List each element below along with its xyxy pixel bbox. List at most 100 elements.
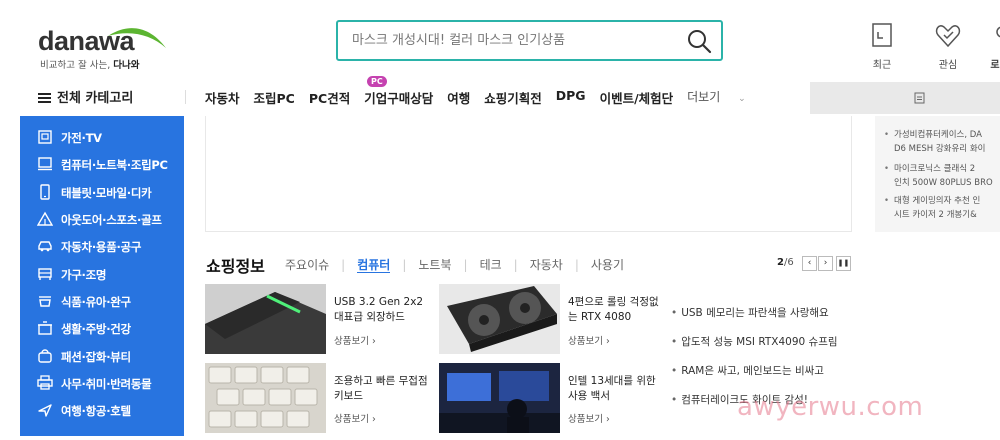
section-title: 쇼핑정보: [206, 257, 265, 276]
tab-computer[interactable]: 컴퓨터: [357, 258, 391, 273]
tab-divider: |: [513, 258, 518, 272]
all-categories-button[interactable]: 전체 카테고리: [38, 87, 133, 106]
product-image-ssd[interactable]: [205, 284, 326, 354]
sidebar-item-furniture[interactable]: 가구·조명: [20, 264, 184, 286]
sidebar-item-label: 식품·유아·완구: [61, 295, 131, 309]
nav-item-build-pc[interactable]: 조립PC: [254, 88, 295, 107]
food-icon: [39, 296, 51, 307]
chevron-down-icon: ⌄: [738, 94, 746, 104]
product-link[interactable]: 상품보기 ›: [334, 411, 376, 425]
right-news-line: D6 MESH 강화유리 화이: [894, 144, 986, 154]
product-image-keyboard[interactable]: [205, 363, 326, 433]
logo-wordmark: danawa: [38, 26, 135, 56]
recent-icon: [872, 23, 892, 47]
tab-notebook[interactable]: 노트북: [418, 258, 451, 272]
sidebar-item-tablet[interactable]: 태블릿·모바일·디카: [20, 182, 184, 204]
sidebar-item-living[interactable]: 생활·주방·건강: [20, 318, 184, 340]
next-page-button[interactable]: ›: [818, 256, 833, 271]
sidebar-item-travel[interactable]: 여행·항공·호텔: [20, 400, 184, 422]
sidebar-item-label: 생활·주방·건강: [61, 322, 131, 336]
main-banner[interactable]: [205, 116, 852, 232]
sidebar-item-fashion[interactable]: 패션·잡화·뷰티: [20, 346, 184, 368]
news-item[interactable]: 압도적 성능 MSI RTX4090 슈프림: [671, 334, 837, 349]
product-title[interactable]: 4편으로 롤링 걱정없는 RTX 4080: [568, 295, 664, 325]
interest-button[interactable]: 관심: [928, 22, 968, 71]
tent-icon: [37, 211, 53, 226]
sidebar-item-label: 패션·잡화·뷰티: [61, 350, 131, 364]
sidebar-item-food[interactable]: 식품·유아·완구: [20, 291, 184, 313]
menu-icon: [38, 93, 51, 103]
right-news-item[interactable]: 대형 게이밍의자 추천 인 시트 카이저 2 개봉기&: [884, 194, 980, 222]
pause-button[interactable]: ❚❚: [836, 256, 851, 271]
user-icon: [996, 26, 1000, 38]
right-news-line: 인치 500W 80PLUS BRO: [894, 178, 993, 188]
product-image-gpu[interactable]: [439, 284, 560, 354]
nav-item-travel[interactable]: 여행: [447, 88, 470, 107]
product-title[interactable]: USB 3.2 Gen 2x2 대표급 외장하드: [334, 295, 430, 325]
nav-item-pc-quote[interactable]: PC견적: [309, 88, 350, 107]
tab-review[interactable]: 사용기: [591, 258, 624, 272]
product-title[interactable]: 조용하고 빠른 무접점 키보드: [334, 374, 430, 404]
right-news-item[interactable]: 마이크로닉스 클래식 2 인치 500W 80PLUS BRO: [884, 162, 993, 190]
pc-badge: PC: [367, 76, 387, 87]
product-link[interactable]: 상품보기 ›: [568, 333, 610, 347]
nav-item-dpg[interactable]: DPG: [556, 88, 586, 107]
right-news-line: 시트 카이저 2 개봉기&: [894, 210, 977, 220]
nav-item-event[interactable]: 이벤트/체험단: [600, 88, 674, 107]
login-label: 로: [990, 60, 1000, 71]
tab-main-issue[interactable]: 주요이슈: [285, 258, 329, 272]
right-news-item[interactable]: 가성비컴퓨터케이스, DA D6 MESH 강화유리 화이: [884, 128, 986, 156]
tab-divider: |: [574, 258, 579, 272]
chevron-right-icon: ›: [823, 258, 828, 268]
tab-car[interactable]: 자동차: [530, 258, 563, 272]
news-item[interactable]: RAM은 싸고, 메인보드는 비싸고: [671, 363, 824, 378]
product-link[interactable]: 상품보기 ›: [334, 333, 376, 347]
nav-more-button[interactable]: 더보기 ⌄: [687, 88, 760, 107]
nav-item-exhibition[interactable]: 쇼핑기획전: [484, 88, 542, 107]
page-indicator: 2/6: [777, 257, 794, 268]
pause-icon: ❚❚: [837, 259, 850, 267]
login-button[interactable]: 로: [980, 22, 1000, 71]
sidebar-item-label: 여행·항공·호텔: [61, 404, 131, 418]
tablet-icon: [40, 184, 50, 200]
tab-divider: |: [463, 258, 468, 272]
product-title[interactable]: 인텔 13세대를 위한 사용 백서: [568, 374, 664, 404]
sidebar-item-label: 가구·조명: [61, 268, 107, 282]
kitchen-icon: [38, 321, 52, 335]
fashion-icon: [38, 349, 52, 363]
tab-divider: |: [402, 258, 407, 272]
product-link[interactable]: 상품보기 ›: [568, 411, 610, 425]
logo-tagline: 비교하고 잘 사는, 다나와: [40, 60, 140, 71]
nav-item-corporate[interactable]: 기업구매상담: [364, 88, 433, 107]
document-icon: [914, 92, 925, 104]
product-image-gaming[interactable]: [439, 363, 560, 433]
search-input[interactable]: [338, 22, 678, 59]
recent-button[interactable]: 최근: [862, 22, 902, 71]
tv-icon: [38, 130, 52, 144]
sidebar-item-appliance[interactable]: 가전·TV: [20, 127, 184, 149]
tab-divider: |: [341, 258, 346, 272]
tab-tech[interactable]: 테크: [480, 258, 502, 272]
nav-divider: [185, 90, 186, 104]
sidebar-item-office[interactable]: 사무·취미·반려동물: [20, 373, 184, 395]
watermark: awyerwu.com: [737, 392, 924, 422]
search-box: [336, 20, 723, 61]
sidebar-item-computer[interactable]: 컴퓨터·노트북·조립PC: [20, 154, 184, 176]
plane-icon: [38, 404, 52, 417]
printer-icon: [37, 375, 53, 390]
prev-page-button[interactable]: ‹: [802, 256, 817, 271]
sidebar-item-automotive[interactable]: 자동차·용품·공구: [20, 236, 184, 258]
page-current: 2: [777, 257, 784, 268]
nav-item-car[interactable]: 자동차: [205, 88, 240, 107]
recent-label: 최근: [872, 60, 892, 71]
sidebar-item-outdoor[interactable]: 아웃도어·스포츠·골프: [20, 209, 184, 231]
sidebar-item-label: 가전·TV: [61, 131, 102, 145]
sidebar-item-label: 아웃도어·스포츠·골프: [61, 213, 162, 227]
search-icon[interactable]: [685, 27, 713, 55]
danawa-logo[interactable]: danawa 비교하고 잘 사는, 다나와: [38, 24, 168, 74]
all-categories-label: 전체 카테고리: [57, 91, 134, 106]
nav-menu: 자동차 조립PC PC견적 기업구매상담 여행 쇼핑기획전 DPG 이벤트/체험…: [205, 88, 774, 107]
quick-menu-bar[interactable]: [810, 82, 1000, 114]
news-item[interactable]: USB 메모리는 파란색을 사랑해요: [671, 305, 829, 320]
right-news-line: 마이크로닉스 클래식 2: [894, 164, 976, 174]
